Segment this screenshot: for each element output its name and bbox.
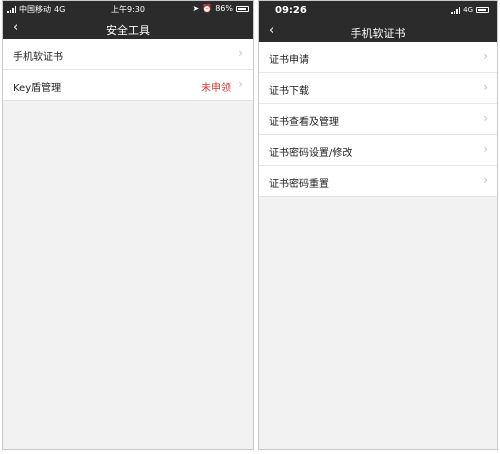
menu-list: 证书申请 › 证书下载 › 证书查看及管理 › 证书密码设置/修改 › 证书密码… — [259, 42, 497, 197]
menu-item-cert-password-set[interactable]: 证书密码设置/修改 › — [259, 135, 497, 166]
status-right: ➤ ⏰ 86% — [193, 4, 249, 13]
right-phone-screen: 09:26 4G ‹ 手机软证书 证书申请 › 证书下载 › 证书查看及管理 ›… — [258, 0, 498, 450]
network-type: 4G — [463, 6, 473, 14]
menu-item-key-shield[interactable]: Key盾管理 未申领 › — [3, 70, 253, 101]
menu-item-label: 证书下载 — [269, 86, 309, 97]
nav-bar: ‹ 手机软证书 — [259, 21, 497, 42]
page-title: 手机软证书 — [350, 27, 406, 40]
status-bar: 09:26 4G — [259, 1, 497, 21]
menu-list: 手机软证书 › Key盾管理 未申领 › — [3, 39, 253, 101]
menu-item-label: 证书查看及管理 — [269, 117, 339, 128]
chevron-right-icon: › — [238, 46, 243, 60]
menu-item-cert-download[interactable]: 证书下载 › — [259, 73, 497, 104]
alarm-icon: ⏰ — [202, 4, 213, 13]
nav-bar: ‹ 安全工具 — [3, 18, 253, 39]
chevron-right-icon: › — [483, 49, 488, 63]
left-phone-screen: 中国移动 4G 上午9:30 ➤ ⏰ 86% ‹ 安全工具 手机软证书 › Ke… — [2, 0, 254, 450]
menu-item-cert-manage[interactable]: 证书查看及管理 › — [259, 104, 497, 135]
menu-item-label: 证书密码设置/修改 — [269, 148, 353, 159]
menu-item-cert-password-reset[interactable]: 证书密码重置 › — [259, 166, 497, 197]
page-title: 安全工具 — [106, 24, 150, 37]
battery-percent: 86% — [215, 4, 233, 13]
status-bar: 中国移动 4G 上午9:30 ➤ ⏰ 86% — [3, 1, 253, 18]
menu-item-label: 手机软证书 — [13, 52, 63, 63]
battery-icon — [236, 5, 249, 12]
status-right: 4G — [451, 6, 489, 14]
menu-item-label: 证书申请 — [269, 55, 309, 66]
signal-icon — [451, 6, 461, 14]
chevron-right-icon: › — [483, 111, 488, 125]
chevron-right-icon: › — [483, 142, 488, 156]
status-time: 09:26 — [275, 5, 307, 16]
chevron-right-icon: › — [483, 80, 488, 94]
menu-item-mobile-soft-cert[interactable]: 手机软证书 › — [3, 39, 253, 70]
menu-item-label: 证书密码重置 — [269, 179, 329, 190]
status-badge: 未申领 — [201, 83, 231, 94]
battery-icon — [476, 7, 489, 13]
menu-item-label: Key盾管理 — [13, 83, 62, 94]
location-icon: ➤ — [192, 4, 200, 13]
chevron-right-icon: › — [238, 77, 243, 91]
menu-item-cert-apply[interactable]: 证书申请 › — [259, 42, 497, 73]
chevron-right-icon: › — [483, 173, 488, 187]
